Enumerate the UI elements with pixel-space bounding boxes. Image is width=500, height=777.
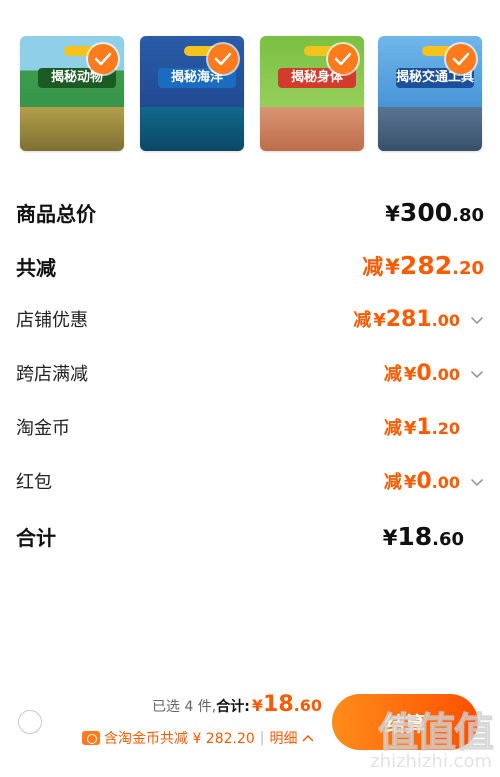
- select-all-radio[interactable]: [18, 710, 42, 734]
- selected-check-icon[interactable]: [208, 44, 238, 74]
- coin-discount-value: 减 ¥1.20: [383, 415, 460, 440]
- selected-check-icon[interactable]: [446, 44, 476, 74]
- book-illustration: [20, 107, 124, 151]
- book-illustration: [140, 107, 244, 151]
- sum-value: ¥18.60: [382, 521, 464, 551]
- total-price-label: 商品总价: [16, 201, 96, 226]
- selection-summary: 已选 4 件, 合计: ¥ 18 .60: [152, 692, 322, 722]
- selected-products: 揭秘动物 揭秘海洋 揭秘身体 揭秘交通工具: [0, 36, 500, 156]
- selected-check-icon[interactable]: [328, 44, 358, 74]
- total-price-value: ¥300.80: [385, 197, 484, 227]
- sum-int-bottom: 18: [263, 692, 294, 717]
- discount-detail-link[interactable]: 含淘金币共减 ¥ 282.20 | 明细: [82, 728, 314, 748]
- red-packet-label: 红包: [16, 472, 52, 493]
- sum-row: 合计 ¥18.60: [16, 516, 484, 556]
- total-discount-value: 减 ¥282.20: [362, 251, 484, 280]
- divider: |: [259, 730, 265, 746]
- cross-store-discount-label: 跨店满减: [16, 364, 88, 385]
- total-discount-row: 共减 减 ¥282.20: [16, 246, 484, 286]
- cross-store-discount-row[interactable]: 跨店满减 减 ¥0.00: [16, 353, 484, 393]
- coin-discount-label: 淘金币: [16, 418, 70, 439]
- product-thumb-transport[interactable]: 揭秘交通工具: [378, 36, 482, 151]
- book-illustration: [260, 107, 364, 151]
- shop-discount-value: 减 ¥281.00: [353, 306, 484, 332]
- sum-label: 合计: [16, 525, 56, 550]
- selected-count: 已选 4 件,: [152, 699, 217, 715]
- coin-discount-text: 含淘金币共减 ¥ 282.20: [104, 731, 255, 747]
- sum-label-bottom: 合计:: [216, 699, 250, 715]
- red-packet-value: 减 ¥0.00: [384, 468, 484, 494]
- total-price-row: 商品总价 ¥300.80: [16, 192, 484, 232]
- sum-dec-bottom: .60: [293, 696, 322, 715]
- chevron-up-icon: [302, 730, 314, 746]
- product-thumb-body[interactable]: 揭秘身体: [260, 36, 364, 151]
- shop-discount-label: 店铺优惠: [16, 310, 88, 331]
- chevron-down-icon[interactable]: [462, 316, 484, 326]
- total-discount-label: 共减: [16, 255, 56, 280]
- coin-discount-row: 淘金币 减 ¥1.20: [16, 407, 484, 447]
- red-packet-row[interactable]: 红包 减 ¥0.00: [16, 461, 484, 501]
- sum-yen-bottom: ¥: [251, 696, 264, 715]
- product-thumb-animals[interactable]: 揭秘动物: [20, 36, 124, 151]
- checkout-bar: 已选 4 件, 合计: ¥ 18 .60 含淘金币共减 ¥ 282.20 | 明…: [0, 686, 500, 766]
- selected-check-icon[interactable]: [88, 44, 118, 74]
- product-thumb-ocean[interactable]: 揭秘海洋: [140, 36, 244, 151]
- book-illustration: [378, 107, 482, 151]
- chevron-down-icon[interactable]: [462, 478, 484, 488]
- chevron-down-icon[interactable]: [462, 370, 484, 380]
- shop-discount-row[interactable]: 店铺优惠 减 ¥281.00: [16, 299, 484, 339]
- detail-label: 明细: [269, 731, 298, 747]
- coupon-icon: [82, 731, 100, 745]
- checkout-button[interactable]: 结算: [332, 694, 478, 750]
- cross-store-discount-value: 减 ¥0.00: [384, 360, 484, 386]
